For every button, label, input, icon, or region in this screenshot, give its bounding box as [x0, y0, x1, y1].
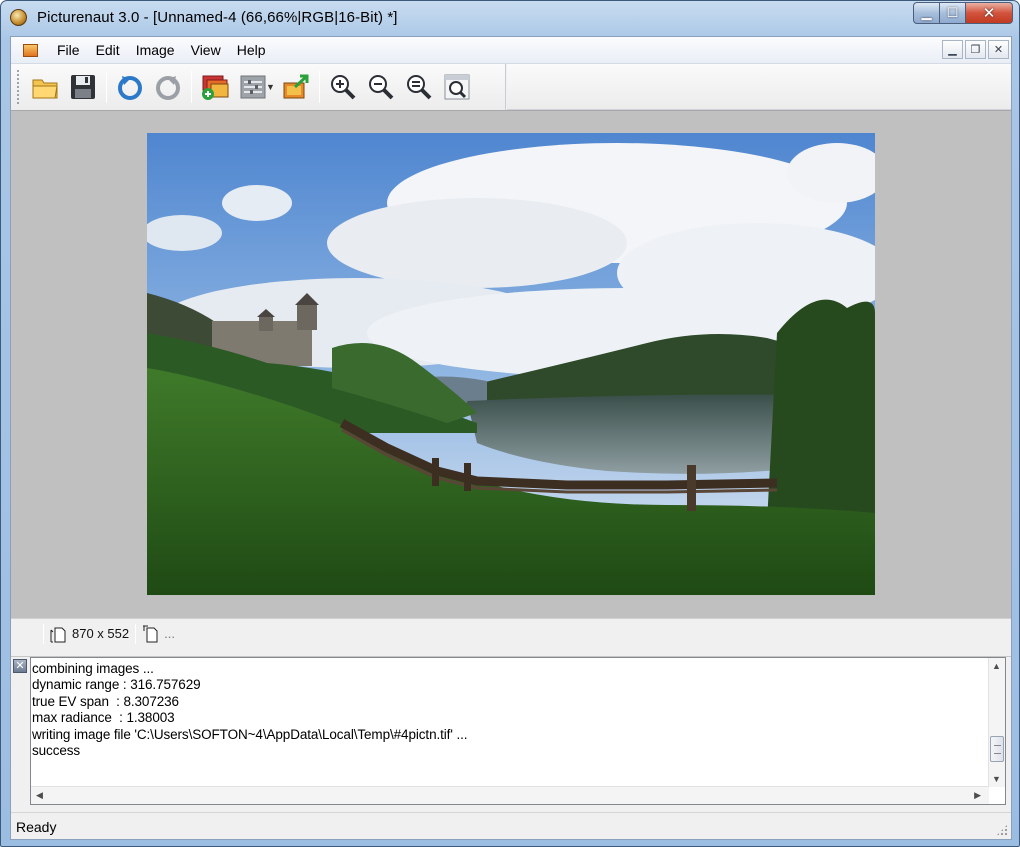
menu-image[interactable]: Image [128, 42, 183, 58]
close-button[interactable]: ✕ [966, 2, 1013, 24]
minimize-icon: ▁ [921, 5, 932, 20]
maximize-button[interactable]: ☐ [940, 2, 966, 24]
toolbar-separator [106, 71, 107, 103]
add-layers-button[interactable] [198, 70, 232, 104]
minimize-icon: ▁ [948, 44, 957, 56]
zoom-in-button[interactable] [326, 70, 360, 104]
save-button[interactable] [66, 70, 100, 104]
image-info-bar: 870 x 552 ... [11, 618, 1011, 648]
restore-icon: ❐ [970, 44, 981, 56]
status-text: Ready [16, 819, 57, 835]
log-panel: ✕ combining images ... dynamic range : 3… [11, 656, 1011, 808]
menu-help[interactable]: Help [229, 42, 274, 58]
toolbar-empty-area [507, 64, 1011, 110]
close-icon: ✕ [982, 5, 996, 22]
zoom-fit-button[interactable] [402, 70, 436, 104]
menu-edit[interactable]: Edit [88, 42, 128, 58]
menu-view[interactable]: View [183, 42, 229, 58]
open-button[interactable] [28, 70, 62, 104]
scroll-right-icon[interactable]: ▶ [974, 790, 981, 801]
mdi-close-button[interactable]: ✕ [988, 40, 1009, 59]
scroll-down-icon[interactable]: ▼ [992, 774, 1001, 784]
scroll-thumb[interactable] [990, 736, 1004, 762]
save-icon [71, 75, 95, 99]
zoom-in-icon [330, 75, 356, 100]
undo-icon [118, 76, 142, 100]
zoom-fit-icon [406, 75, 432, 100]
toolbar: ▼ [11, 64, 506, 110]
title-bar[interactable]: Picturenaut 3.0 - [Unnamed-4 (66,66%|RGB… [1, 1, 1019, 35]
scroll-left-icon[interactable]: ◀ [36, 790, 43, 801]
log-close-button[interactable]: ✕ [13, 659, 27, 673]
log-text: combining images ... dynamic range : 316… [32, 661, 468, 759]
log-vertical-scrollbar[interactable]: ▲ ▼ [988, 658, 1005, 787]
adjust-dropdown-arrow[interactable]: ▼ [266, 82, 275, 92]
mdi-restore-button[interactable]: ❐ [965, 40, 986, 59]
image-dimensions: 870 x 552 [72, 626, 130, 641]
menu-items: File Edit Image View Help [49, 42, 274, 58]
app-window: Picturenaut 3.0 - [Unnamed-4 (66,66%|RGB… [0, 0, 1020, 847]
zoom-window-button[interactable] [440, 70, 474, 104]
add-layers-icon [202, 75, 229, 100]
document-icon[interactable] [23, 44, 38, 57]
close-icon: ✕ [993, 44, 1004, 56]
undo-button[interactable] [113, 70, 147, 104]
toolbar-separator [318, 71, 320, 103]
redo-button[interactable] [151, 70, 185, 104]
info-extra: ... [164, 626, 175, 641]
export-button[interactable] [279, 70, 313, 104]
menu-bar: File Edit Image View Help ▁ ❐ ✕ [11, 37, 1011, 64]
resize-grip[interactable] [996, 824, 1008, 836]
adjust-button[interactable] [236, 70, 270, 104]
mdi-buttons: ▁ ❐ ✕ [942, 40, 1009, 59]
minimize-button[interactable]: ▁ [913, 2, 940, 24]
close-icon: ✕ [15, 660, 25, 672]
scroll-up-icon[interactable]: ▲ [992, 661, 1001, 671]
log-output[interactable]: combining images ... dynamic range : 316… [30, 657, 1006, 805]
window-title: Picturenaut 3.0 - [Unnamed-4 (66,66%|RGB… [37, 9, 398, 26]
export-icon [283, 74, 309, 99]
toolbar-grip[interactable] [17, 70, 20, 104]
landscape-image [147, 133, 875, 595]
zoom-out-button[interactable] [364, 70, 398, 104]
redo-icon [156, 76, 180, 100]
toolbar-separator [191, 71, 192, 103]
adjust-icon [240, 75, 266, 99]
zoom-window-icon [444, 74, 470, 100]
infobar-separator [43, 623, 44, 644]
log-horizontal-scrollbar[interactable]: ◀ ▶ [31, 786, 989, 804]
image-size-icon [50, 627, 66, 642]
zoom-out-icon [368, 75, 394, 100]
app-icon[interactable] [10, 9, 27, 26]
infobar-separator [135, 623, 137, 644]
maximize-icon: ☐ [946, 5, 959, 20]
hdr-photo[interactable] [147, 133, 875, 595]
caption-buttons: ▁ ☐ ✕ [913, 2, 1013, 24]
menu-file[interactable]: File [49, 42, 88, 58]
open-folder-icon [32, 79, 58, 99]
status-bar: Ready [11, 812, 1011, 839]
mdi-minimize-button[interactable]: ▁ [942, 40, 963, 59]
image-canvas[interactable] [11, 110, 1011, 618]
document-info-icon [143, 625, 158, 642]
client-area: File Edit Image View Help ▁ ❐ ✕ ▼ 870 x … [10, 36, 1012, 840]
